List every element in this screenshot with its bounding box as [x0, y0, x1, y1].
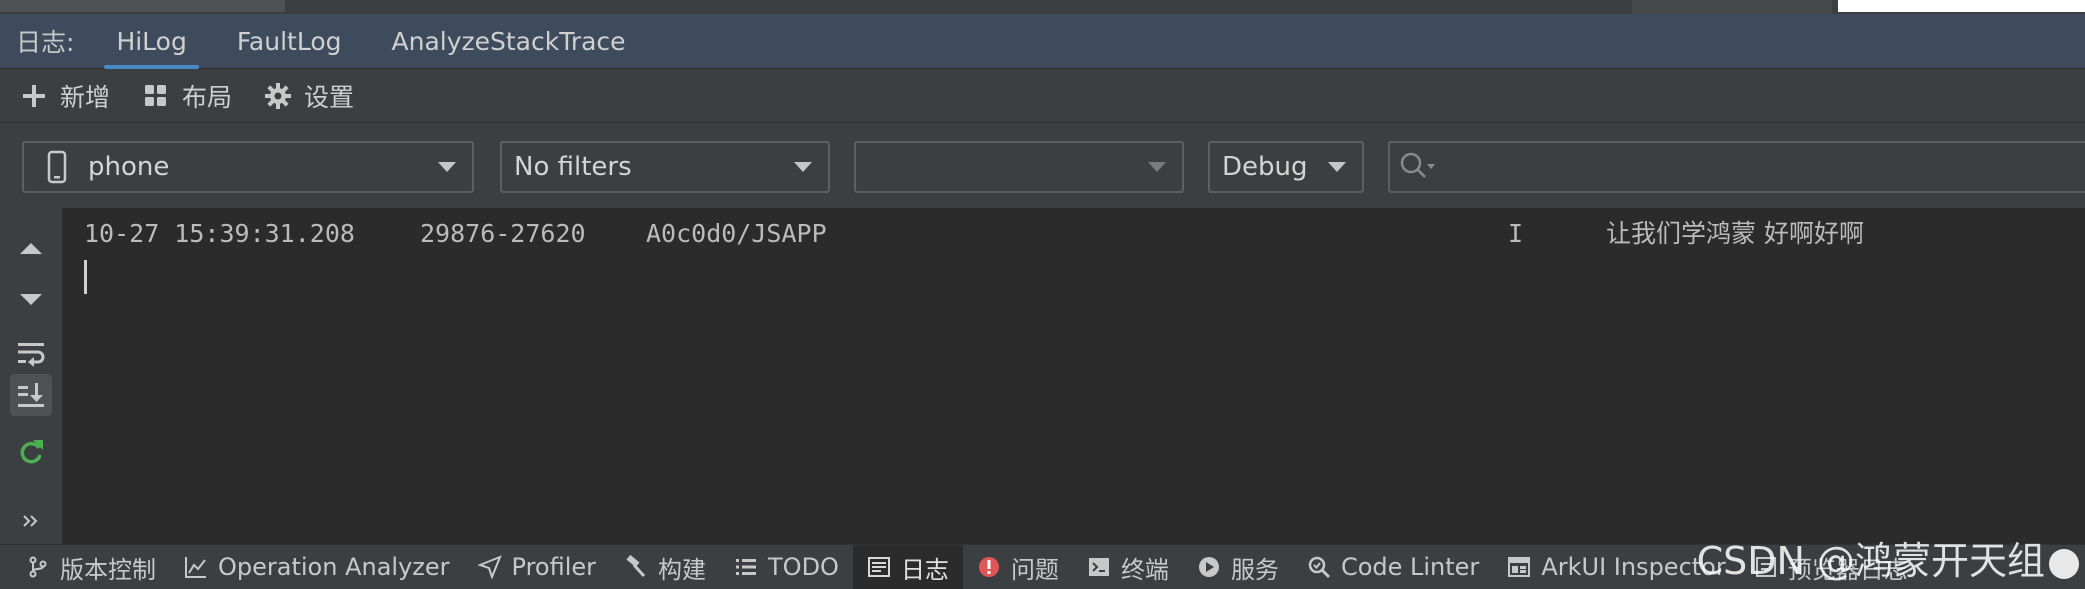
- log-tag: A0c0d0/JSAPP: [646, 219, 827, 248]
- layout-button-label: 布局: [182, 82, 233, 112]
- log-output[interactable]: 10-27 15:39:31.208 29876-27620 A0c0d0/JS…: [62, 208, 2085, 544]
- toolbar-operation-analyzer-label: Operation Analyzer: [218, 553, 450, 581]
- filter-select-value: No filters: [514, 152, 632, 182]
- log-search-input[interactable]: [1388, 141, 2085, 193]
- csdn-watermark: CSDN @鸿蒙开天组: [1697, 530, 2079, 585]
- layout-button[interactable]: 布局: [142, 78, 232, 114]
- log-level-select-value: Debug: [1222, 152, 1308, 182]
- editor-scroll-fragment: [1632, 0, 1832, 14]
- chevron-down-icon: [438, 162, 456, 172]
- triangle-up-icon: [20, 243, 42, 254]
- chart-line-icon: [185, 557, 206, 578]
- list-icon: [736, 559, 757, 575]
- process-select[interactable]: [854, 141, 1184, 193]
- phone-icon: [47, 150, 67, 184]
- chevron-down-icon: [1328, 162, 1346, 172]
- toolbar-code-linter[interactable]: Code Linter: [1293, 545, 1493, 589]
- scroll-to-end-button[interactable]: [10, 374, 52, 416]
- toolbar-version-control-label: 版本控制: [60, 555, 156, 584]
- watermark-dot-icon: [2049, 548, 2079, 579]
- log-toolbar: 新增 布局 设置: [0, 69, 2085, 123]
- inspector-icon: [1508, 557, 1531, 577]
- log-tab-header: 日志: HiLog FaultLog AnalyzeStackTrace: [0, 14, 2085, 69]
- rerun-icon: [20, 440, 43, 464]
- device-select-value: phone: [88, 152, 170, 182]
- branch-icon: [29, 556, 47, 578]
- toolbar-terminal[interactable]: 终端: [1073, 545, 1183, 589]
- soft-wrap-icon: [18, 343, 45, 367]
- more-actions-button[interactable]: [10, 500, 52, 542]
- toolbar-problems-label: 问题: [1010, 555, 1059, 584]
- log-timestamp: 10-27 15:39:31.208: [84, 219, 355, 248]
- log-tab-header-label: 日志:: [16, 28, 75, 57]
- terminal-icon: [1088, 558, 1109, 576]
- grid-layout-icon: [145, 84, 167, 106]
- device-select[interactable]: phone: [22, 141, 474, 193]
- log-gutter-toolbar: [0, 208, 62, 544]
- search-icon: [1400, 152, 1435, 178]
- filter-row: phone No filters Debug: [0, 123, 2085, 208]
- tab-faultlog[interactable]: FaultLog: [217, 14, 362, 69]
- add-button-label: 新增: [60, 82, 111, 112]
- toolbar-log[interactable]: 日志: [852, 544, 963, 589]
- tab-analyzestacktrace[interactable]: AnalyzeStackTrace: [372, 14, 646, 69]
- toolbar-profiler[interactable]: Profiler: [464, 545, 611, 589]
- log-message: 让我们学鸿蒙 好啊好啊: [1606, 219, 1864, 248]
- chevron-down-icon: [1148, 162, 1166, 172]
- toolbar-todo[interactable]: TODO: [720, 545, 853, 589]
- play-icon: [1198, 557, 1219, 577]
- gear-icon: [265, 82, 292, 109]
- toolbar-todo-label: TODO: [768, 553, 839, 581]
- log-pid-tid: 29876-27620: [420, 219, 586, 248]
- editor-top-strip: [0, 0, 2085, 14]
- triangle-down-icon: [20, 294, 42, 305]
- plus-icon: [23, 84, 45, 107]
- restart-button[interactable]: [10, 430, 52, 472]
- settings-button-label: 设置: [304, 82, 355, 112]
- hammer-icon: [626, 555, 646, 578]
- filter-select[interactable]: No filters: [500, 141, 830, 193]
- toolbar-services[interactable]: 服务: [1183, 545, 1293, 589]
- error-icon: [978, 557, 999, 577]
- chevron-double-right-icon: [23, 515, 38, 527]
- toolbar-build-label: 构建: [658, 555, 707, 584]
- csdn-watermark-text: CSDN @鸿蒙开天组: [1696, 539, 2045, 583]
- editor-tab-fragment: [0, 0, 285, 12]
- settings-button[interactable]: 设置: [264, 78, 354, 114]
- toolbar-problems[interactable]: 问题: [963, 545, 1073, 589]
- toolbar-terminal-label: 终端: [1120, 555, 1169, 584]
- toolbar-version-control[interactable]: 版本控制: [0, 545, 170, 589]
- scroll-down-button[interactable]: [10, 278, 52, 320]
- add-button[interactable]: 新增: [20, 78, 110, 114]
- scroll-up-button[interactable]: [10, 228, 52, 270]
- toolbar-services-label: 服务: [1230, 555, 1279, 584]
- toolbar-code-linter-label: Code Linter: [1340, 553, 1480, 581]
- toolbar-log-label: 日志: [900, 555, 949, 584]
- log-level-select[interactable]: Debug: [1208, 141, 1364, 193]
- log-icon: [867, 557, 890, 577]
- toolbar-profiler-label: Profiler: [511, 553, 597, 581]
- tab-hilog[interactable]: HiLog: [96, 14, 206, 69]
- chevron-down-icon: [794, 162, 812, 172]
- toolbar-build[interactable]: 构建: [610, 545, 720, 589]
- scroll-to-end-icon: [18, 383, 44, 407]
- text-cursor: [84, 260, 87, 294]
- profiler-icon: [477, 555, 502, 579]
- soft-wrap-button[interactable]: [10, 332, 52, 374]
- toolbar-operation-analyzer[interactable]: Operation Analyzer: [170, 545, 464, 589]
- editor-panel-fragment: [1838, 0, 2085, 12]
- linter-icon: [1308, 556, 1330, 579]
- log-level: I: [1508, 219, 1524, 248]
